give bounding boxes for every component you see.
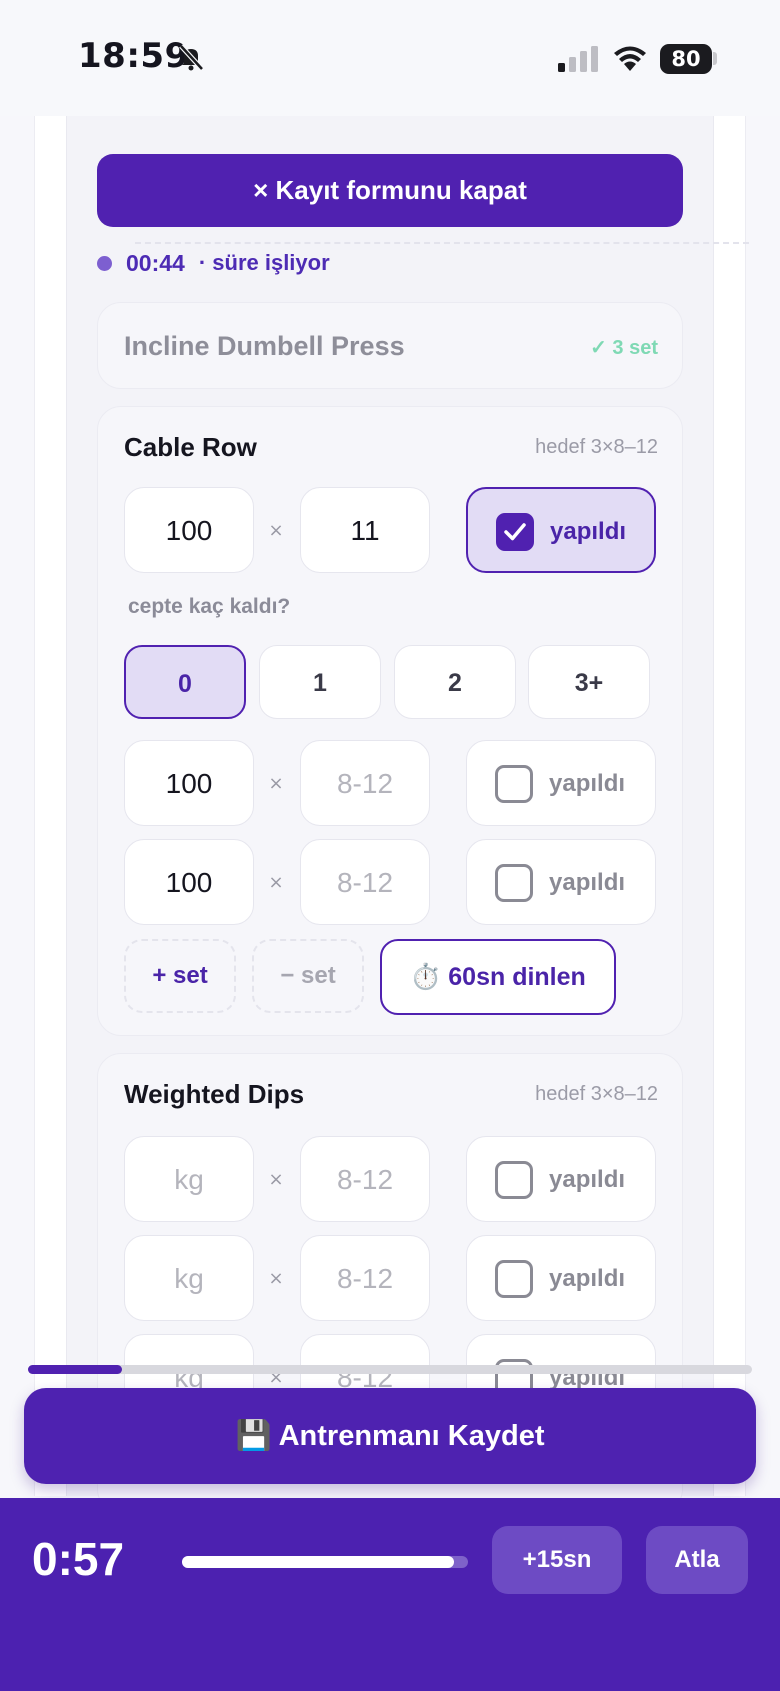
set-done-checkbox[interactable]: yapıldı bbox=[466, 487, 656, 573]
rest-progress-fill bbox=[182, 1556, 454, 1568]
status-bar: 18:59 80 bbox=[0, 0, 780, 116]
completed-badge: ✓ 3 set bbox=[590, 337, 658, 359]
rest-progress-bar bbox=[182, 1556, 468, 1568]
weight-input[interactable]: 100 bbox=[124, 740, 254, 826]
checkbox-empty-icon bbox=[495, 765, 533, 803]
clock: 18:59 bbox=[78, 36, 189, 76]
exercise-title: Weighted Dips bbox=[124, 1079, 305, 1109]
set-done-label: yapıldı bbox=[549, 1265, 626, 1292]
rir-option-1[interactable]: 1 bbox=[259, 645, 381, 719]
workout-progress-bar bbox=[28, 1365, 752, 1374]
exercise-name: Incline Dumbell Press bbox=[124, 331, 405, 361]
times-sign: × bbox=[268, 520, 284, 541]
checkbox-empty-icon bbox=[495, 864, 533, 902]
save-workout-button[interactable]: 💾 Antrenmanı Kaydet bbox=[24, 1388, 756, 1484]
start-rest-button[interactable]: ⏱️ 60sn dinlen bbox=[380, 939, 616, 1015]
checkbox-checked-icon bbox=[496, 513, 534, 551]
checkbox-empty-icon bbox=[495, 1161, 533, 1199]
set-done-checkbox[interactable]: yapıldı bbox=[466, 1235, 656, 1321]
exercise-card-cable-row: Cable Row hedef 3×8–12 100 × 11 yapıldı … bbox=[97, 406, 683, 1036]
weight-input[interactable]: kg bbox=[124, 1235, 254, 1321]
set-done-checkbox[interactable]: yapıldı bbox=[466, 839, 656, 925]
close-form-button[interactable]: × Kayıt formunu kapat bbox=[97, 154, 683, 227]
rir-option-2[interactable]: 2 bbox=[394, 645, 516, 719]
checkbox-empty-icon bbox=[495, 1260, 533, 1298]
recording-dot-icon bbox=[97, 255, 112, 271]
set-done-checkbox[interactable]: yapıldı bbox=[466, 1136, 656, 1222]
battery-cap bbox=[713, 52, 717, 65]
weight-input[interactable]: 100 bbox=[124, 839, 254, 925]
exercise-target: hedef 3×8–12 bbox=[535, 1083, 658, 1105]
weight-input[interactable]: kg bbox=[124, 1136, 254, 1222]
battery-icon: 80 bbox=[660, 44, 712, 74]
set-done-label: yapıldı bbox=[550, 518, 627, 545]
set-done-label: yapıldı bbox=[549, 1166, 626, 1193]
exercise-title: Cable Row bbox=[124, 432, 257, 462]
exercise-target: hedef 3×8–12 bbox=[535, 436, 658, 458]
rir-question: cepte kaç kaldı? bbox=[128, 595, 291, 618]
rir-option-3plus[interactable]: 3+ bbox=[528, 645, 650, 719]
times-sign: × bbox=[268, 872, 284, 893]
times-sign: × bbox=[268, 773, 284, 794]
workout-progress-fill bbox=[28, 1365, 123, 1374]
reps-input[interactable]: 8-12 bbox=[300, 1235, 430, 1321]
add-15s-button[interactable]: +15sn bbox=[492, 1526, 622, 1594]
set-done-label: yapıldı bbox=[549, 869, 626, 896]
reps-input[interactable]: 8-12 bbox=[300, 839, 430, 925]
cellular-signal-icon bbox=[558, 46, 598, 72]
timer-status: · süre işliyor bbox=[198, 250, 330, 275]
reps-input[interactable]: 8-12 bbox=[300, 1136, 430, 1222]
reps-input[interactable]: 8-12 bbox=[300, 740, 430, 826]
rir-option-0[interactable]: 0 bbox=[124, 645, 246, 719]
set-done-label: yapıldı bbox=[549, 770, 626, 797]
rest-timer-bar: 0:57 +15sn Atla bbox=[0, 1498, 780, 1691]
rest-remaining: 0:57 bbox=[32, 1533, 125, 1585]
times-sign: × bbox=[268, 1268, 284, 1289]
session-timer: 00:44 · süre işliyor bbox=[97, 246, 330, 280]
add-set-button[interactable]: + set bbox=[124, 939, 236, 1013]
bell-slash-icon bbox=[179, 44, 204, 71]
reps-input[interactable]: 11 bbox=[300, 487, 430, 573]
elapsed-time: 00:44 bbox=[126, 249, 185, 276]
completed-exercise-card[interactable]: Incline Dumbell Press ✓ 3 set bbox=[97, 302, 683, 389]
remove-set-button[interactable]: − set bbox=[252, 939, 364, 1013]
wifi-icon bbox=[614, 46, 646, 71]
weight-input[interactable]: 100 bbox=[124, 487, 254, 573]
divider bbox=[135, 242, 749, 244]
set-done-checkbox[interactable]: yapıldı bbox=[466, 740, 656, 826]
skip-rest-button[interactable]: Atla bbox=[646, 1526, 748, 1594]
times-sign: × bbox=[268, 1169, 284, 1190]
